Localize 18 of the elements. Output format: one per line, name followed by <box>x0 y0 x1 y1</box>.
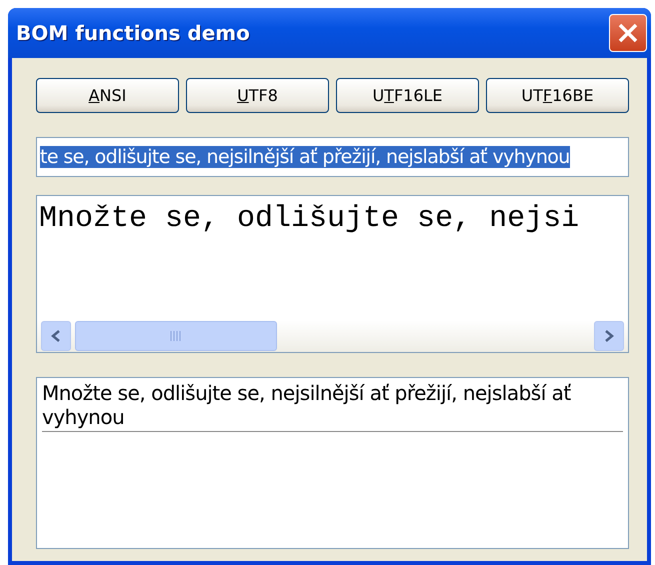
encoding-button[interactable]: UTF8 <box>186 78 329 113</box>
window-title: BOM functions demo <box>16 21 250 45</box>
scroll-left-button[interactable] <box>41 321 71 351</box>
encoding-button[interactable]: UTF16BE <box>486 78 629 113</box>
output-text: Množte se, odlišujte se, nejsilnější ať přežijí, nejslabší ať vyhynou <box>42 381 623 432</box>
encoding-button[interactable]: ANSI <box>36 78 179 113</box>
text-field[interactable]: te se, odlišujte se, nejsilnější ať přežijí, nejslabší ať vyhynou <box>36 137 629 177</box>
horizontal-scrollbar[interactable] <box>37 320 628 352</box>
encoding-button[interactable]: UTF16LE <box>336 78 479 113</box>
grip-icon <box>170 331 182 341</box>
close-button[interactable] <box>609 14 647 52</box>
chevron-left-icon <box>50 329 62 343</box>
scrollbar-thumb[interactable] <box>75 321 277 351</box>
text-area[interactable]: Množte se, odlišujte se, nejsi <box>36 195 629 353</box>
chevron-right-icon <box>603 329 615 343</box>
scroll-right-button[interactable] <box>594 321 624 351</box>
text-area-content: Množte se, odlišujte se, nejsi <box>38 201 580 238</box>
close-icon <box>617 22 639 44</box>
